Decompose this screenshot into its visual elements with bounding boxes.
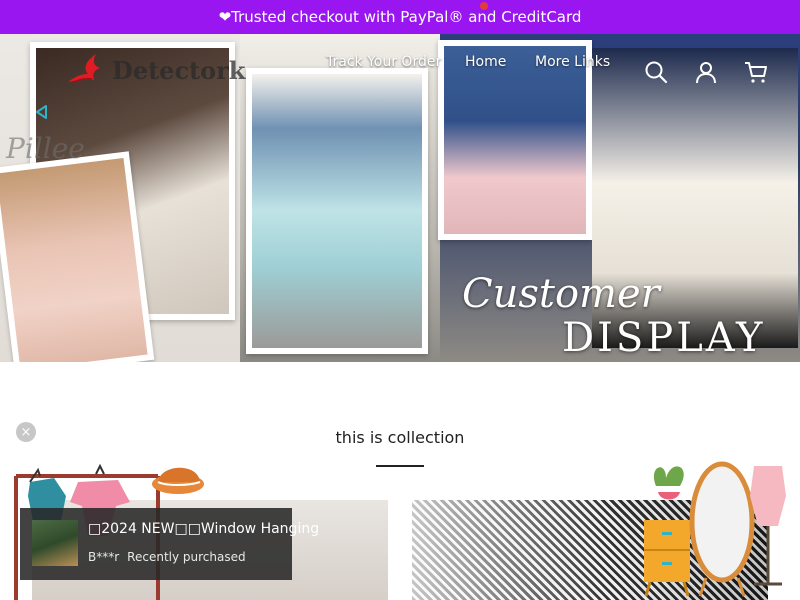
hero-script-text: Pillee [6,132,85,165]
brand-name: Detectork [112,55,246,85]
brand-logo[interactable]: Detectork [66,52,245,88]
hero-photo-2 [0,151,155,362]
popup-buyer: B***r [88,550,120,564]
bird-logo-icon [68,54,100,83]
collection-title-underline [376,465,424,467]
furniture-illustration [644,461,786,597]
hero-title: Customer DISPLAY [462,272,792,360]
hero-title-line1: Customer [462,271,660,317]
pin-icon [480,2,488,10]
cart-icon[interactable] [744,60,768,84]
back-arrow-icon[interactable] [34,104,50,120]
close-notification-button[interactable]: × [16,422,36,442]
account-icon[interactable] [694,60,718,84]
nav-link-track-order[interactable]: Track Your Order [326,54,441,70]
announcement-bar: ❤Trusted checkout with PayPal® and Credi… [0,0,800,34]
popup-meta: B***r Recently purchased [88,550,246,564]
popup-product-title: □2024 NEW□□Window Hanging [88,521,320,537]
search-icon[interactable] [644,60,668,84]
nav-link-more-links[interactable]: More Links [535,54,610,70]
hero-title-line2: DISPLAY [562,315,766,361]
hero-photo-3 [246,68,428,354]
collection-title: this is collection [335,428,465,447]
recent-purchase-popup[interactable]: □2024 NEW□□Window Hanging B***r Recently … [20,508,319,580]
product-thumbnail [32,520,78,566]
nav-link-home[interactable]: Home [465,54,506,70]
announcement-text: ❤Trusted checkout with PayPal® and Credi… [218,8,582,26]
popup-status: Recently purchased [127,550,246,564]
hero-photo-4 [438,40,592,240]
